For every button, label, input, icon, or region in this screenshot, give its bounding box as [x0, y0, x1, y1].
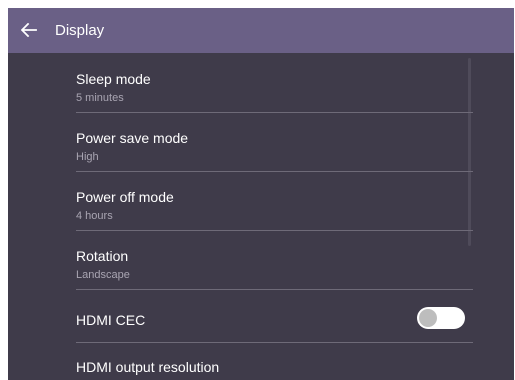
setting-rotation[interactable]: Rotation Landscape: [76, 231, 473, 290]
header-bar: Display: [8, 8, 514, 53]
setting-sleep-mode[interactable]: Sleep mode 5 minutes: [76, 54, 473, 113]
setting-power-off-mode[interactable]: Power off mode 4 hours: [76, 172, 473, 231]
setting-label: Power off mode: [76, 189, 174, 205]
setting-value: 4 hours: [76, 210, 113, 222]
setting-value: High: [76, 151, 99, 163]
back-button[interactable]: [19, 20, 39, 40]
setting-label: Power save mode: [76, 130, 189, 146]
arrow-left-icon: [21, 23, 37, 37]
setting-label: Rotation: [76, 248, 129, 264]
setting-value: 5 minutes: [76, 92, 124, 104]
display-settings-window: Display Sleep mode 5 minutes Power save …: [8, 8, 514, 380]
settings-list: Sleep mode 5 minutes Power save mode Hig…: [76, 54, 473, 380]
setting-label: HDMI output resolution: [76, 359, 220, 375]
hdmi-cec-toggle[interactable]: [417, 307, 465, 329]
toggle-knob: [419, 309, 437, 327]
setting-power-save-mode[interactable]: Power save mode High: [76, 113, 473, 172]
setting-label: Sleep mode: [76, 71, 151, 87]
page-title: Display: [55, 22, 105, 39]
setting-label: HDMI CEC: [76, 312, 146, 328]
setting-hdmi-output-resolution[interactable]: HDMI output resolution: [76, 343, 473, 380]
setting-value: Landscape: [76, 269, 130, 281]
setting-hdmi-cec[interactable]: HDMI CEC: [76, 290, 473, 343]
